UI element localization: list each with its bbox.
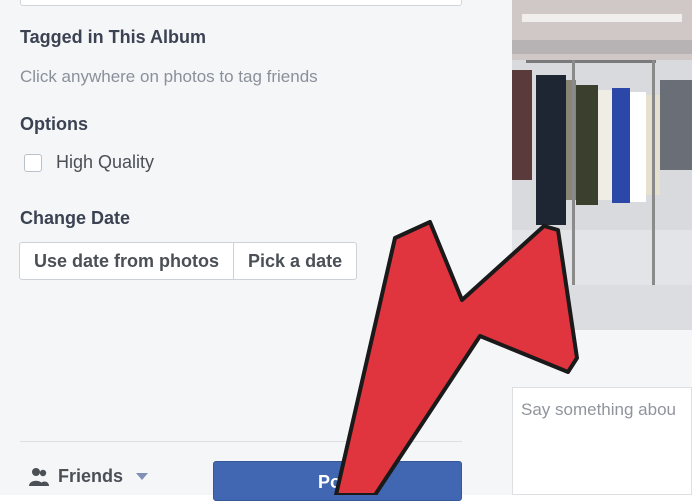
tag-hint: Click anywhere on photos to tag friends xyxy=(20,67,318,86)
album-description-field[interactable] xyxy=(20,0,462,6)
use-date-from-photos-button[interactable]: Use date from photos xyxy=(20,243,233,279)
change-date-title: Change Date xyxy=(20,208,131,228)
photo-caption-field[interactable]: Say something abou xyxy=(512,387,692,495)
clothing-store-photo xyxy=(512,0,692,330)
privacy-selector[interactable]: Friends xyxy=(28,466,149,487)
privacy-label: Friends xyxy=(58,466,124,486)
post-button[interactable]: Post xyxy=(213,461,462,501)
pick-a-date-button[interactable]: Pick a date xyxy=(233,243,356,279)
photo-panel: Say something abou xyxy=(482,0,692,495)
album-settings-panel: Tagged in This Album Click anywhere on p… xyxy=(0,0,482,501)
high-quality-checkbox[interactable] xyxy=(24,153,42,172)
caret-down-icon xyxy=(136,472,149,480)
album-photo[interactable] xyxy=(512,0,692,330)
footer-divider xyxy=(20,441,462,442)
options-title: Options xyxy=(20,114,88,134)
date-button-group: Use date from photos Pick a date xyxy=(19,242,358,280)
tagged-title: Tagged in This Album xyxy=(20,27,206,47)
high-quality-option[interactable]: High Quality xyxy=(24,152,154,173)
friends-icon xyxy=(29,467,49,486)
high-quality-label: High Quality xyxy=(56,152,155,172)
